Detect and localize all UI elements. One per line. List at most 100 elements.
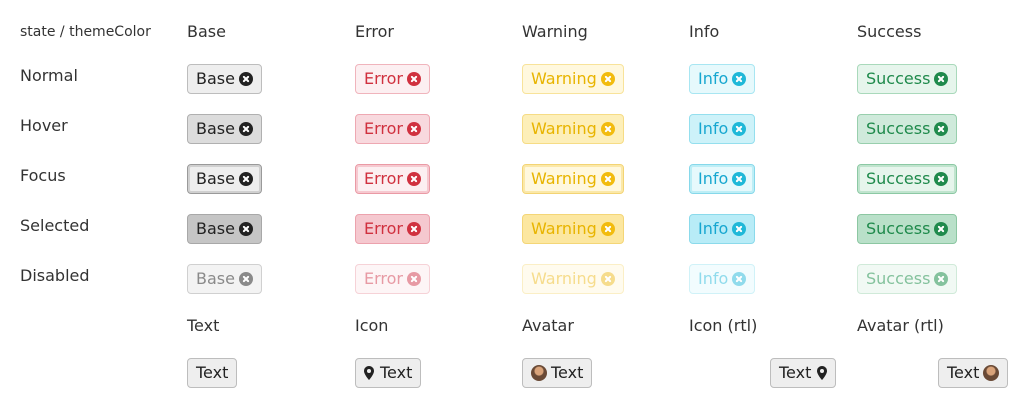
chip-label: Info: [698, 119, 729, 138]
corner-label: state / themeColor: [20, 24, 151, 40]
chip-label: Info: [698, 169, 729, 188]
chip-label: Success: [866, 119, 931, 138]
chip-error-selected[interactable]: Error: [355, 214, 430, 244]
chip-label: Warning: [531, 119, 597, 138]
chip-label: Base: [196, 169, 235, 188]
close-circle-icon[interactable]: [732, 172, 747, 186]
close-circle-icon: [732, 272, 747, 286]
chip-label: Base: [196, 119, 235, 138]
row-header-focus: Focus: [20, 166, 66, 185]
chip-label: Success: [866, 269, 931, 288]
chip-success-disabled: Success: [857, 264, 958, 294]
variant-header-text: Text: [187, 316, 220, 335]
close-circle-icon[interactable]: [407, 172, 421, 186]
column-header-base: Base: [187, 22, 226, 41]
chip-info-normal[interactable]: Info: [689, 64, 756, 94]
chip-success-normal[interactable]: Success: [857, 64, 958, 94]
close-circle-icon[interactable]: [934, 222, 949, 236]
close-circle-icon[interactable]: [732, 72, 747, 86]
chip-base-normal[interactable]: Base: [187, 64, 262, 94]
chip-label: Success: [866, 169, 931, 188]
chip-label: Info: [698, 69, 729, 88]
column-header-warning: Warning: [522, 22, 588, 41]
chip-label: Text: [196, 363, 229, 382]
chip-error-focus[interactable]: Error: [355, 164, 430, 194]
close-circle-icon[interactable]: [934, 72, 949, 86]
chip-label: Warning: [531, 169, 597, 188]
chip-label: Success: [866, 219, 931, 238]
chip-label: Base: [196, 269, 235, 288]
chip-info-focus[interactable]: Info: [689, 164, 756, 194]
chip-label: Warning: [531, 219, 597, 238]
chip-label: Success: [866, 69, 931, 88]
chip-error-normal[interactable]: Error: [355, 64, 430, 94]
close-circle-icon[interactable]: [238, 222, 253, 236]
variant-header-icon-rtl: Icon (rtl): [689, 316, 758, 335]
chip-label: Base: [196, 219, 235, 238]
chip-base-hover[interactable]: Base: [187, 114, 262, 144]
variant-header-avatar: Avatar: [522, 316, 574, 335]
chip-label: Base: [196, 69, 235, 88]
row-header-disabled: Disabled: [20, 266, 90, 285]
close-circle-icon[interactable]: [600, 222, 615, 236]
user-avatar: [531, 365, 547, 381]
row-header-normal: Normal: [20, 66, 78, 85]
column-header-success: Success: [857, 22, 922, 41]
chip-label: Info: [698, 269, 729, 288]
chip-label: Text: [380, 363, 413, 382]
chip-error-disabled: Error: [355, 264, 430, 294]
close-circle-icon[interactable]: [732, 122, 747, 136]
close-circle-icon[interactable]: [238, 172, 253, 186]
close-circle-icon[interactable]: [732, 222, 747, 236]
close-circle-icon[interactable]: [238, 122, 253, 136]
column-header-info: Info: [689, 22, 720, 41]
close-circle-icon[interactable]: [600, 72, 615, 86]
chip-info-selected[interactable]: Info: [689, 214, 756, 244]
chip-label: Error: [364, 169, 403, 188]
chip-base-disabled: Base: [187, 264, 262, 294]
close-circle-icon[interactable]: [600, 122, 615, 136]
close-circle-icon[interactable]: [407, 122, 421, 136]
chip-icon[interactable]: Text: [355, 358, 422, 388]
chip-label: Text: [551, 363, 584, 382]
chip-text[interactable]: Text: [187, 358, 238, 388]
chip-label: Text: [947, 363, 980, 382]
close-circle-icon[interactable]: [238, 72, 253, 86]
chip-info-hover[interactable]: Info: [689, 114, 756, 144]
map-pin-icon: [817, 366, 828, 380]
chip-error-hover[interactable]: Error: [355, 114, 430, 144]
close-circle-icon[interactable]: [407, 222, 421, 236]
chip-warning-focus[interactable]: Warning: [522, 164, 624, 194]
close-circle-icon[interactable]: [934, 172, 949, 186]
user-avatar: [983, 365, 1000, 381]
variant-header-avatar-rtl: Avatar (rtl): [857, 316, 944, 335]
chip-success-selected[interactable]: Success: [857, 214, 958, 244]
chip-avatar[interactable]: Text: [522, 358, 593, 388]
chip-label: Info: [698, 219, 729, 238]
variant-header-icon: Icon: [355, 316, 389, 335]
chip-info-disabled: Info: [689, 264, 756, 294]
row-header-hover: Hover: [20, 116, 68, 135]
column-header-error: Error: [355, 22, 394, 41]
chip-warning-selected[interactable]: Warning: [522, 214, 624, 244]
chip-warning-normal[interactable]: Warning: [522, 64, 624, 94]
row-header-selected: Selected: [20, 216, 90, 235]
map-pin-icon: [364, 366, 374, 380]
close-circle-icon[interactable]: [600, 172, 615, 186]
chip-success-hover[interactable]: Success: [857, 114, 958, 144]
chip-base-focus[interactable]: Base: [187, 164, 262, 194]
chip-label: Error: [364, 269, 403, 288]
close-circle-icon[interactable]: [407, 72, 421, 86]
chip-avatar-rtl[interactable]: Text: [938, 358, 1009, 388]
close-circle-icon: [600, 272, 615, 286]
chip-base-selected[interactable]: Base: [187, 214, 262, 244]
chip-label: Warning: [531, 269, 597, 288]
chip-icon-rtl[interactable]: Text: [770, 358, 837, 388]
close-circle-icon[interactable]: [934, 122, 949, 136]
chip-label: Error: [364, 119, 403, 138]
chip-label: Warning: [531, 69, 597, 88]
close-circle-icon: [238, 272, 253, 286]
chip-label: Error: [364, 219, 403, 238]
chip-success-focus[interactable]: Success: [857, 164, 958, 194]
chip-warning-hover[interactable]: Warning: [522, 114, 624, 144]
